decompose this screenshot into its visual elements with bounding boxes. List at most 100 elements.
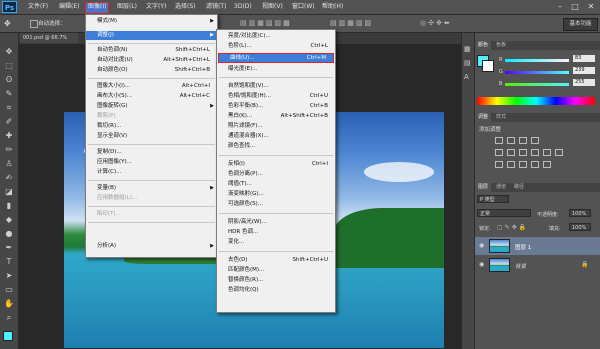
character-icon[interactable]: A — [464, 73, 473, 82]
eraser-icon[interactable]: ◪ — [4, 187, 14, 197]
pen-icon[interactable]: ✒ — [4, 243, 14, 253]
properties-icon[interactable]: ▤ — [464, 59, 473, 68]
curves-adj-icon[interactable] — [519, 137, 527, 144]
auto-select-checkbox[interactable] — [30, 20, 38, 28]
menu-file[interactable]: 文件(F) — [26, 2, 50, 12]
selective-adj-icon[interactable] — [531, 161, 539, 168]
brush-icon[interactable]: ✏ — [4, 145, 14, 155]
layer-filter-select[interactable]: P 类型 — [477, 195, 509, 203]
menu-item-brightness-contrast[interactable]: 亮度/对比度(C)... — [217, 32, 335, 41]
zoom-icon[interactable]: ⌕ — [4, 313, 14, 323]
opacity-input[interactable]: 100% — [569, 209, 591, 217]
menu-view[interactable]: 视图(V) — [260, 2, 285, 12]
layer-row[interactable]: ◉ 图层 1 — [475, 237, 600, 255]
eyedropper-icon[interactable]: ✐ — [4, 117, 14, 127]
background-color-chip[interactable] — [482, 60, 494, 72]
history-icon[interactable]: ▦ — [464, 45, 473, 54]
tab-paths[interactable]: 路径 — [511, 183, 527, 192]
tab-color[interactable]: 颜色 — [475, 41, 492, 50]
b-value[interactable]: 255 — [573, 79, 595, 86]
menu-item-color-lookup[interactable]: 颜色查找... — [217, 142, 335, 151]
menu-select[interactable]: 选择(S) — [173, 2, 198, 12]
menu-item-selective-color[interactable]: 可选颜色(S)... — [217, 200, 335, 209]
menu-item-hue-saturation[interactable]: 色相/饱和度(H)... Ctrl+U — [217, 92, 335, 101]
crop-icon[interactable]: ⌗ — [4, 103, 14, 113]
menu-item-desaturate[interactable]: 去色(D) Shift+Ctrl+U — [217, 256, 335, 265]
healing-icon[interactable]: ✚ — [4, 131, 14, 141]
3d-mode-icons[interactable]: ◎✣✥⬌ — [420, 19, 460, 28]
type-icon[interactable]: T — [4, 257, 14, 267]
move-icon[interactable]: ✥ — [4, 47, 14, 57]
stamp-icon[interactable]: ♙ — [4, 159, 14, 169]
workspace-switcher[interactable]: 基本功能 — [563, 18, 598, 31]
bw-adj-icon[interactable] — [531, 149, 539, 156]
menu-item-replace-color[interactable]: 替换颜色(R)... — [217, 276, 335, 285]
menu-item-curves[interactable]: 曲线(U)... Ctrl+M — [218, 53, 334, 63]
menu-item-variations[interactable]: 变化... — [217, 238, 335, 247]
menu-image[interactable]: 图像(I) — [85, 2, 110, 14]
gradient-icon[interactable]: ▮ — [4, 201, 14, 211]
shape-icon[interactable]: ▭ — [4, 285, 14, 295]
layer-name[interactable]: 图层 1 — [515, 243, 531, 251]
exposure-adj-icon[interactable] — [531, 137, 539, 144]
menu-item-apply-image[interactable]: 应用图像(Y)... — [86, 158, 217, 167]
history-brush-icon[interactable]: ✍ — [4, 173, 14, 183]
mixer-adj-icon[interactable] — [555, 149, 563, 156]
close-icon[interactable]: ✕ — [585, 2, 597, 12]
tab-layers[interactable]: 图层 — [475, 183, 492, 192]
menu-item-color-balance[interactable]: 色彩平衡(B)... Ctrl+B — [217, 102, 335, 111]
menu-item-analysis[interactable]: 分析(A) ▶ — [86, 242, 217, 251]
menu-item-image-rotation[interactable]: 图像旋转(G) ▶ — [86, 102, 217, 111]
menu-item-adjustments[interactable]: 调整(J) ▶ — [86, 31, 217, 40]
g-slider[interactable] — [505, 71, 569, 74]
menu-item-exposure[interactable]: 曝光度(E)... — [217, 65, 335, 74]
menu-item-posterize[interactable]: 色调分离(P)... — [217, 170, 335, 179]
menu-edit[interactable]: 编辑(E) — [57, 2, 81, 12]
gradient-map-adj-icon[interactable] — [543, 161, 551, 168]
brightness-adj-icon[interactable] — [495, 137, 503, 144]
vibrance-adj-icon[interactable] — [495, 149, 503, 156]
path-select-icon[interactable]: ➤ — [4, 271, 14, 281]
menu-item-auto-contrast[interactable]: 自动对比度(U) Alt+Shift+Ctrl+L — [86, 56, 217, 65]
menu-item-threshold[interactable]: 阈值(T)... — [217, 180, 335, 189]
menu-item-auto-color[interactable]: 自动颜色(O) Shift+Ctrl+B — [86, 66, 217, 75]
menu-item-invert[interactable]: 反相(I) Ctrl+I — [217, 160, 335, 169]
threshold-adj-icon[interactable] — [519, 161, 527, 168]
move-tool-icon[interactable]: ✥ — [4, 19, 14, 28]
color-spectrum[interactable] — [477, 97, 595, 105]
lasso-icon[interactable]: ʘ — [4, 75, 14, 85]
layer-row[interactable]: ◉ 背景 🔒 — [475, 256, 600, 274]
marquee-icon[interactable]: ⬚ — [4, 61, 14, 71]
r-value[interactable]: 83 — [573, 55, 595, 62]
posterize-adj-icon[interactable] — [507, 161, 515, 168]
menu-item-equalize[interactable]: 色调均化(Q) — [217, 286, 335, 295]
quick-select-icon[interactable]: ✎ — [4, 89, 14, 99]
menu-item-shadows-highlights[interactable]: 阴影/高光(W)... — [217, 218, 335, 227]
photo-filter-adj-icon[interactable] — [543, 149, 551, 156]
menu-item-vibrance[interactable]: 自然饱和度(V)... — [217, 82, 335, 91]
menu-item-reveal-all[interactable]: 显示全部(V) — [86, 132, 217, 141]
g-value[interactable]: 239 — [573, 67, 595, 74]
distribute-icons[interactable]: ▤▥▦▧▨ — [330, 19, 390, 28]
menu-layer[interactable]: 图层(L) — [115, 2, 139, 12]
menu-item-canvas-size[interactable]: 画布大小(S)... Alt+Ctrl+C — [86, 92, 217, 101]
blur-icon[interactable]: ◆ — [4, 215, 14, 225]
lock-icons[interactable]: ▢✎✥🔒 — [497, 224, 541, 232]
menu-item-gradient-map[interactable]: 渐变映射(G)... — [217, 190, 335, 199]
menu-item-variables[interactable]: 变量(B) ▶ — [86, 184, 217, 193]
tab-adjustments[interactable]: 调整 — [475, 113, 492, 122]
menu-item-black-white[interactable]: 黑白(K)... Alt+Shift+Ctrl+B — [217, 112, 335, 121]
fill-input[interactable]: 100% — [569, 223, 591, 231]
minimize-icon[interactable]: – — [554, 2, 566, 12]
menu-3d[interactable]: 3D(D) — [232, 2, 254, 12]
menu-item-trim[interactable]: 裁切(R)... — [86, 122, 217, 131]
tab-swatches[interactable]: 色板 — [493, 41, 509, 50]
visibility-eye-icon[interactable]: ◉ — [479, 242, 484, 249]
dodge-icon[interactable]: ● — [4, 229, 14, 239]
invert-adj-icon[interactable] — [495, 161, 503, 168]
menu-item-calculations[interactable]: 计算(C)... — [86, 168, 217, 177]
document-tab[interactable]: 001.psd @ 66.7% — [20, 33, 78, 43]
balance-adj-icon[interactable] — [519, 149, 527, 156]
menu-window[interactable]: 窗口(W) — [290, 2, 317, 12]
menu-item-auto-tone[interactable]: 自动色调(N) Shift+Ctrl+L — [86, 46, 217, 55]
